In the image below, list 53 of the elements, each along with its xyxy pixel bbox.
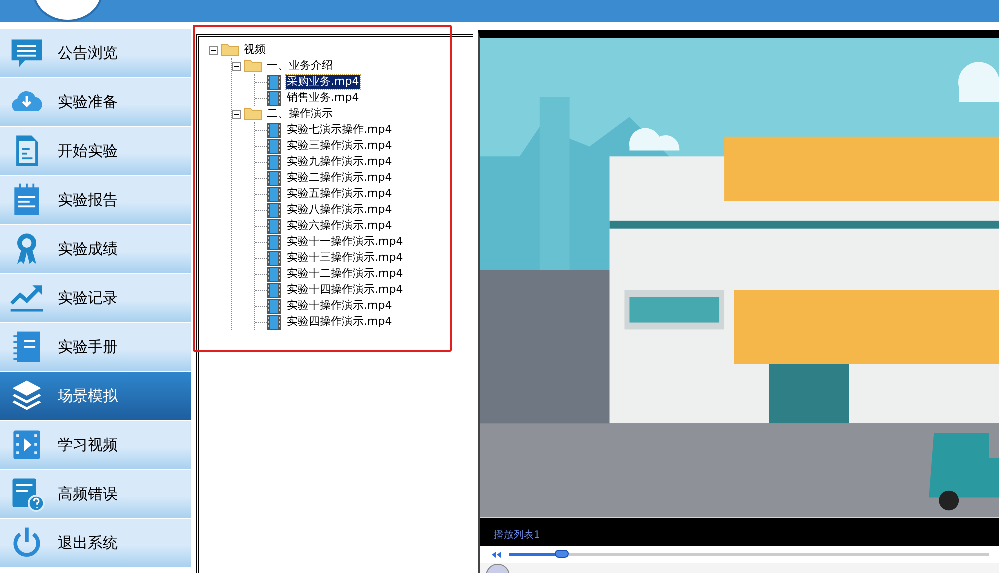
tree-item[interactable]: 采购业务.mp4 — [286, 75, 360, 89]
film-icon — [267, 154, 281, 170]
tree-item[interactable]: 实验六操作演示.mp4 — [286, 219, 394, 233]
sidebar-item[interactable]: 实验手册 — [0, 323, 191, 371]
film-icon — [267, 170, 281, 186]
rewind-icon[interactable] — [492, 552, 501, 558]
film-icon — [267, 266, 281, 282]
film-icon — [267, 202, 281, 218]
tree-item[interactable]: 实验十一操作演示.mp4 — [286, 235, 404, 249]
film-icon — [267, 122, 281, 138]
sidebar-item[interactable]: 实验准备 — [0, 78, 191, 126]
seek-thumb[interactable] — [554, 550, 569, 558]
film-icon — [267, 186, 281, 202]
tree-item[interactable]: 实验八操作演示.mp4 — [286, 203, 394, 217]
film-icon — [267, 234, 281, 250]
sidebar-item[interactable]: 公告浏览 — [0, 29, 191, 77]
folder-icon — [244, 59, 263, 73]
sidebar-item[interactable]: 场景模拟 — [0, 372, 191, 420]
tree-item[interactable]: 销售业务.mp4 — [286, 91, 360, 105]
sidebar-item[interactable]: 学习视频 — [0, 421, 191, 469]
film-icon — [267, 90, 281, 106]
tree-item[interactable]: 实验七演示操作.mp4 — [286, 123, 394, 137]
film-icon — [267, 74, 281, 90]
tree-item[interactable]: 实验九操作演示.mp4 — [286, 155, 394, 169]
tree-item[interactable]: 实验十三操作演示.mp4 — [286, 251, 404, 265]
sidebar-item[interactable]: 实验记录 — [0, 274, 191, 322]
tree-item[interactable]: 实验三操作演示.mp4 — [286, 139, 394, 153]
sidebar-item[interactable]: 实验成绩 — [0, 225, 191, 273]
tree-item[interactable]: 一、业务介绍 — [266, 59, 334, 73]
sidebar-item[interactable]: 开始实验 — [0, 127, 191, 175]
sidebar-item[interactable]: 退出系统 — [0, 519, 191, 567]
sidebar-item[interactable]: 高频错误 — [0, 470, 191, 518]
film-icon — [267, 218, 281, 234]
film-icon — [267, 298, 281, 314]
tree-item[interactable]: 实验四操作演示.mp4 — [286, 315, 394, 329]
sidebar-item[interactable]: 实验报告 — [0, 176, 191, 224]
tree-item[interactable]: 二、操作演示 — [266, 107, 334, 121]
collapse-toggle[interactable] — [232, 62, 241, 70]
folder-icon — [221, 43, 240, 57]
tree-item[interactable]: 实验二操作演示.mp4 — [286, 171, 394, 185]
tree-item[interactable]: 实验五操作演示.mp4 — [286, 187, 394, 201]
tree-item[interactable]: 实验十四操作演示.mp4 — [286, 283, 404, 297]
collapse-toggle[interactable] — [209, 46, 218, 54]
collapse-toggle[interactable] — [232, 110, 241, 118]
tree-item[interactable]: 实验十操作演示.mp4 — [286, 299, 394, 313]
film-icon — [267, 282, 281, 298]
folder-icon — [244, 107, 263, 121]
playlist-label[interactable]: 播放列表1 — [494, 528, 540, 542]
tree-item[interactable]: 视频 — [243, 43, 267, 57]
tree-item[interactable]: 实验十二操作演示.mp4 — [286, 267, 404, 281]
film-icon — [267, 250, 281, 266]
film-icon — [267, 314, 281, 330]
film-icon — [267, 138, 281, 154]
